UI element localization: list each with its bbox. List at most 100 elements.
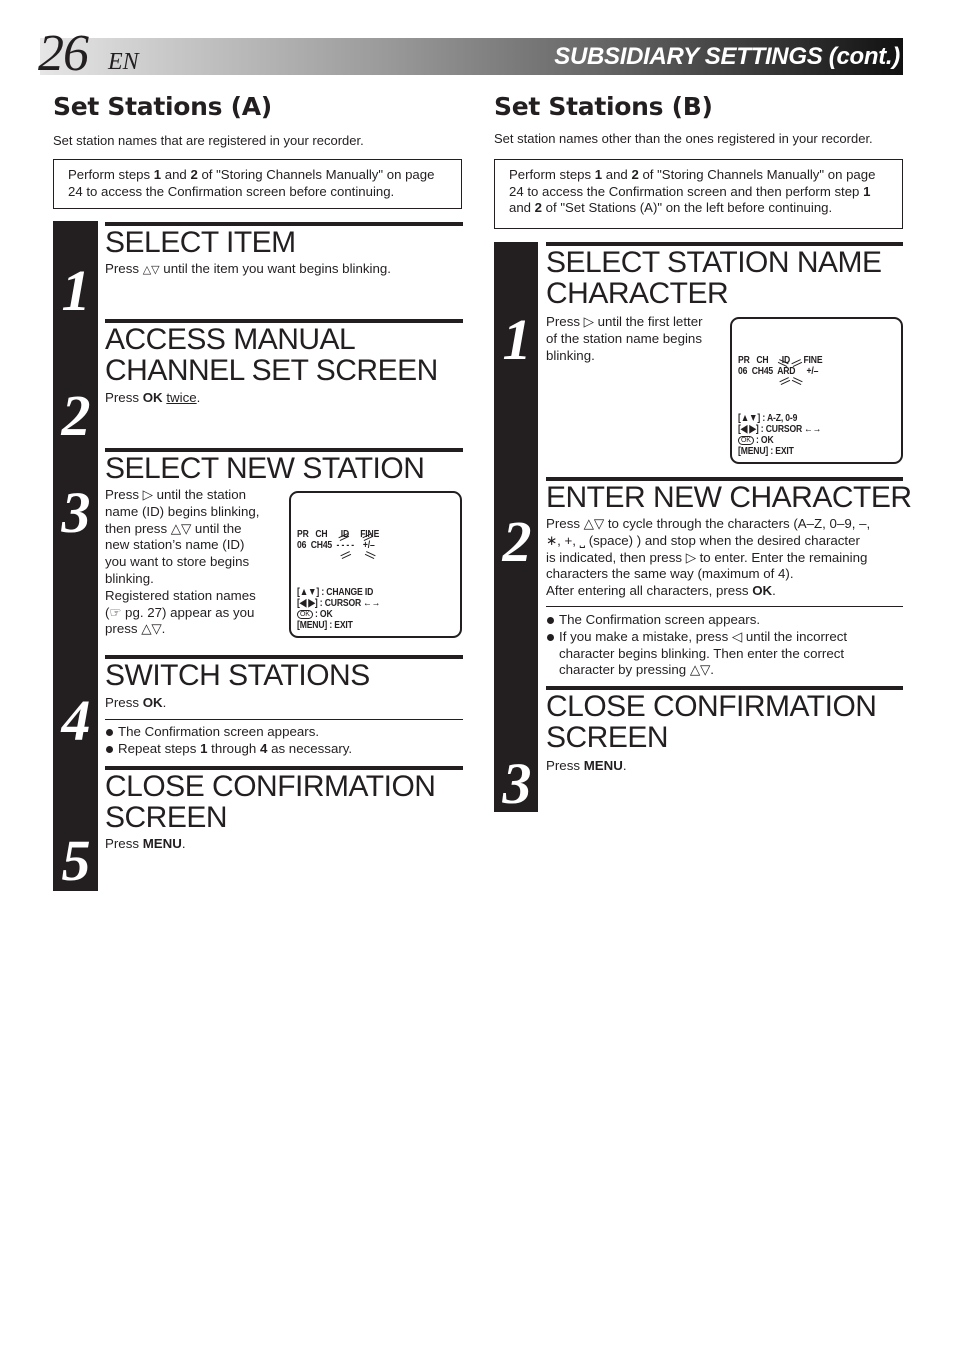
- step-text-line: blinking.: [546, 347, 595, 363]
- step-b1-body: Press ▷ until the first letter of the st…: [546, 314, 726, 364]
- blink-indicator: [791, 377, 802, 386]
- step-a2-body: Press OK twice.: [105, 390, 200, 407]
- step-text: Press: [546, 758, 584, 773]
- step-title-line: CLOSE CONFIRMATION: [105, 770, 436, 803]
- note-item: If you make a mistake, press ◁ until the…: [546, 629, 886, 679]
- step-title-line: CHARACTER: [546, 277, 729, 310]
- step-a1-body: Press △▽ until the item you want begins …: [105, 261, 391, 279]
- prereq-text: Perform steps: [68, 167, 154, 182]
- ok-key-label: OK: [752, 583, 773, 599]
- step-b2-title: ENTER NEW CHARACTER: [546, 481, 912, 514]
- note-divider: [105, 719, 463, 720]
- menu-key-label: MENU: [142, 836, 182, 851]
- section-a-title: Set Stations (A): [53, 92, 272, 121]
- ok-key-label: OK: [142, 695, 163, 710]
- step-number: 4: [61, 688, 91, 753]
- step-number: 1: [61, 258, 91, 323]
- section-b-subtitle: Set station names other than the ones re…: [494, 131, 873, 146]
- step-number: 2: [61, 383, 91, 448]
- section-b-prereq-note: Perform steps 1 and 2 of "Storing Channe…: [494, 159, 903, 229]
- note-text: through: [207, 740, 260, 756]
- osd-help-cursor: [◀ ▶] : CURSOR ←→: [738, 423, 822, 435]
- osd-help-exit: [MENU] : EXIT: [738, 445, 794, 457]
- step-a4-title: SWITCH STATIONS: [105, 659, 370, 692]
- step-a4-notes: The Confirmation screen appears. Repeat …: [105, 724, 463, 758]
- step-text: .: [772, 583, 776, 599]
- step-text: .: [196, 390, 201, 405]
- step-text: .: [622, 758, 627, 773]
- step-text-line: is indicated, then press ▷ to enter. Ent…: [546, 549, 868, 565]
- prereq-step-ref: 2: [534, 200, 543, 215]
- step-title-line: ACCESS MANUAL: [105, 323, 356, 356]
- blink-indicator: [340, 551, 351, 560]
- note-text: Repeat steps: [118, 740, 201, 756]
- note-text: as necessary.: [267, 740, 353, 756]
- step-text-line: ∗, +, ⎵ (space) ) and stop when the desi…: [546, 532, 860, 548]
- step-title-line: SCREEN: [105, 801, 228, 834]
- step-a3-body: Press ▷ until the station name (ID) begi…: [105, 487, 285, 638]
- step-b3-title: CLOSE CONFIRMATION SCREEN: [546, 690, 877, 754]
- step-text-line: new station’s name (ID): [105, 537, 245, 553]
- step-text: Press: [105, 261, 143, 276]
- note-text: The Confirmation screen appears.: [118, 724, 320, 739]
- prereq-text: Perform steps: [509, 167, 595, 182]
- prereq-step-ref: 1: [153, 167, 162, 182]
- osd-value-row: 06 CH45 - - - - +/–: [297, 539, 375, 551]
- osd-screen-character: PR CH ID FINE 06 CH45 ARD +/– [▲▼] : A-Z…: [730, 317, 903, 464]
- step-number: 5: [61, 828, 91, 893]
- step-number: 3: [61, 480, 91, 545]
- prereq-step-ref: 1: [594, 167, 603, 182]
- prereq-text: of "Set Stations (A)" on the left before…: [542, 200, 833, 215]
- step-text-line: you want to store begins: [105, 554, 250, 570]
- section-a-step-bar: 1 2 3 4 5: [53, 221, 98, 891]
- section-b-title: Set Stations (B): [494, 92, 713, 121]
- step-title-line: CLOSE CONFIRMATION: [546, 690, 877, 723]
- step-b1-title: SELECT STATION NAME CHARACTER: [546, 247, 882, 309]
- step-a1-title: SELECT ITEM: [105, 226, 296, 259]
- section-b-step-bar: 1 2 3: [494, 242, 538, 816]
- step-title-line: SCREEN: [546, 721, 669, 754]
- step-number: 2: [502, 509, 532, 574]
- section-a-subtitle: Set station names that are registered in…: [53, 133, 364, 148]
- step-text-line: name (ID) begins blinking,: [105, 503, 260, 519]
- prereq-step-ref: 1: [863, 183, 871, 199]
- ok-key-label: OK: [142, 390, 163, 405]
- prereq-text: and: [161, 167, 191, 182]
- step-a5-title: CLOSE CONFIRMATION SCREEN: [105, 770, 436, 834]
- step-b2-body: Press △▽ to cycle through the characters…: [546, 516, 903, 600]
- step-text-line: Press △▽ to cycle through the characters…: [546, 516, 871, 531]
- prereq-step-ref: 2: [190, 167, 198, 182]
- note-divider: [546, 606, 903, 607]
- step-text-line: After entering all characters, press OK.: [546, 583, 903, 600]
- step-text-line: then press △▽ until the: [105, 520, 242, 536]
- step-b2-notes: The Confirmation screen appears. If you …: [546, 612, 886, 679]
- step-text-line: characters the same way (maximum of 4).: [546, 566, 794, 582]
- step-text-line: (☞ pg. 27) appear as you: [105, 604, 255, 620]
- step-text: .: [162, 695, 167, 710]
- step-text-line: Press ▷ until the station: [105, 487, 247, 502]
- note-item: The Confirmation screen appears.: [546, 612, 886, 629]
- step-a2-title: ACCESS MANUAL CHANNEL SET SCREEN: [105, 324, 438, 386]
- ok-button-icon: OK: [297, 610, 313, 619]
- up-down-icon: △▽: [142, 263, 160, 276]
- menu-key-label: MENU: [583, 758, 623, 773]
- section-a-prereq-note: Perform steps 1 and 2 of "Storing Channe…: [53, 159, 462, 209]
- step-b3-body: Press MENU.: [546, 758, 627, 775]
- step-a4-body: Press OK.: [105, 695, 166, 712]
- prereq-text: and: [602, 167, 632, 182]
- osd-value-row: 06 CH45 ARD +/–: [738, 365, 819, 377]
- page-language: EN: [108, 49, 139, 75]
- osd-screen-change-id: PR CH ID FINE 06 CH45 - - - - +/– [▲▼] :…: [289, 491, 462, 638]
- osd-help-cursor: [◀ ▶] : CURSOR ←→: [297, 597, 381, 609]
- step-text-line: Registered station names: [105, 587, 256, 603]
- note-item: The Confirmation screen appears.: [105, 724, 463, 741]
- step-number: 3: [502, 751, 532, 816]
- step-title-line: CHANNEL SET SCREEN: [105, 354, 438, 387]
- step-text: .: [181, 836, 186, 851]
- step-text-line: Press ▷ until the first letter: [546, 314, 703, 329]
- step-number: 1: [502, 307, 532, 372]
- step-text: until the item you want begins blinking.: [159, 261, 391, 276]
- blink-indicator: [364, 551, 375, 560]
- page-number: 26: [38, 25, 89, 82]
- step-text-line: press △▽.: [105, 621, 166, 637]
